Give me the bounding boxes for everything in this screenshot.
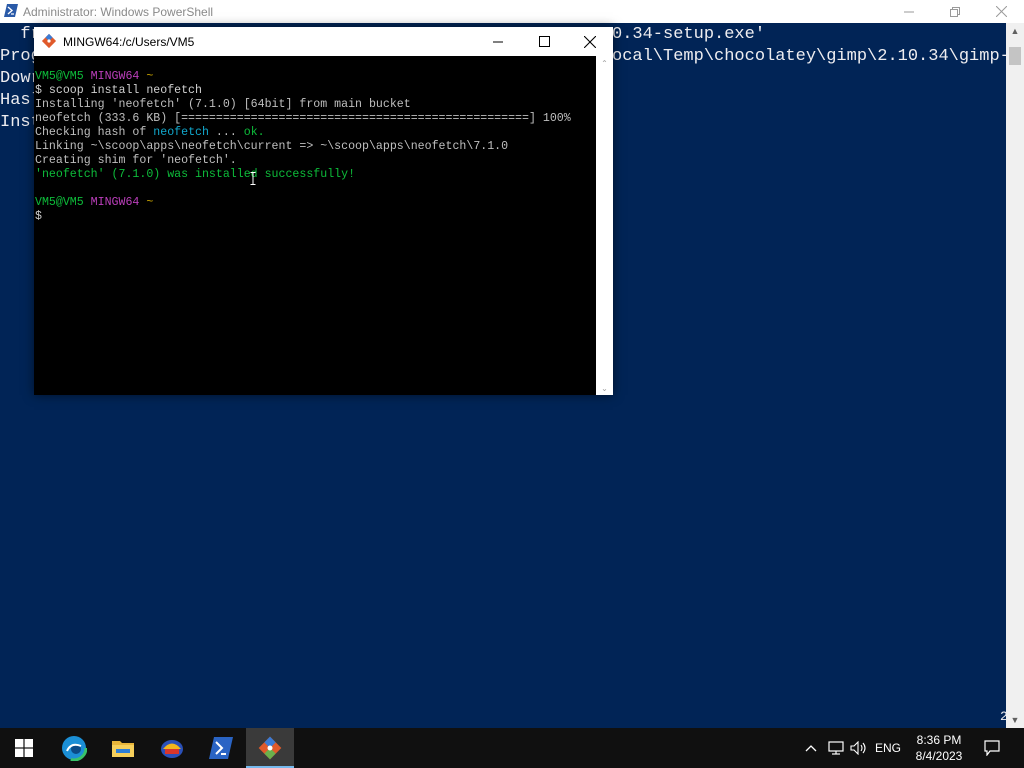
maximize-icon <box>538 36 550 47</box>
powershell-icon <box>209 737 233 759</box>
taskbar-powershell[interactable] <box>197 728 245 768</box>
hash-check-line: Checking hash of neofetch ... ok. <box>35 126 265 140</box>
powershell-icon <box>4 4 18 17</box>
minimize-icon <box>493 41 503 42</box>
scroll-up-arrow-icon[interactable]: ⌃ <box>596 56 613 70</box>
folder-icon <box>112 741 134 757</box>
taskbar-file-explorer[interactable] <box>99 728 147 768</box>
clock-date: 8/4/2023 <box>915 749 963 763</box>
scroll-down-arrow-icon[interactable]: ▼ <box>1006 712 1024 728</box>
prompt-line: VM5@VM5 MINGW64 ~ <box>35 196 153 210</box>
download-progress-line: neofetch (333.6 KB) [===================… <box>35 112 571 125</box>
taskbar-app[interactable] <box>148 728 196 768</box>
volume-tray-button[interactable] <box>848 728 870 768</box>
mingw64-terminal[interactable]: VM5@VM5 MINGW64 ~ $ scoop install neofet… <box>34 56 596 395</box>
action-center-button[interactable] <box>978 728 1006 768</box>
scroll-up-arrow-icon[interactable]: ▲ <box>1006 23 1024 39</box>
prompt-user: VM5@VM5 <box>35 196 84 209</box>
prompt-user: VM5@VM5 <box>35 70 84 83</box>
output-line: Linking ~\scoop\apps\neofetch\current =>… <box>35 140 509 153</box>
taskbar-git-bash[interactable] <box>246 728 294 768</box>
powershell-titlebar[interactable]: Administrator: Windows PowerShell <box>0 0 1024 23</box>
prompt-dir: ~ <box>146 70 154 83</box>
start-button[interactable] <box>0 728 48 768</box>
app-icon <box>161 740 183 758</box>
command-line: $ scoop install neofetch <box>35 84 202 97</box>
text-cursor-icon <box>250 172 256 185</box>
mingw64-maximize-button[interactable] <box>521 27 567 56</box>
git-icon <box>258 736 282 760</box>
powershell-scrollbar[interactable]: ▲ ▼ <box>1006 23 1024 728</box>
hash-prefix: Checking hash of <box>35 126 154 139</box>
hash-dots: ... <box>208 126 244 139</box>
success-line: 'neofetch' (7.1.0) was installed success… <box>35 168 356 181</box>
mingw64-close-button[interactable] <box>567 27 613 56</box>
hash-ok: ok. <box>243 126 265 139</box>
minimize-icon <box>904 11 914 12</box>
edge-icon <box>61 735 87 761</box>
powershell-line: 0.34-setup.exe' <box>612 25 766 44</box>
git-bash-icon <box>41 33 57 49</box>
clock-time: 8:36 PM <box>916 733 962 747</box>
show-hidden-icons-button[interactable] <box>800 728 822 768</box>
input-language-button[interactable]: ENG <box>872 728 904 768</box>
chevron-up-icon <box>805 745 817 752</box>
mingw64-minimize-button[interactable] <box>475 27 521 56</box>
scroll-down-arrow-icon[interactable]: ⌄ <box>596 381 613 395</box>
restore-icon <box>950 6 960 17</box>
prompt-line: VM5@VM5 MINGW64 ~ <box>35 70 153 84</box>
powershell-minimize-button[interactable] <box>886 0 932 23</box>
mingw64-window[interactable]: MINGW64:/c/Users/VM5 VM5@VM5 MINGW64 ~ $… <box>34 27 613 395</box>
output-line: Installing 'neofetch' (7.1.0) [64bit] fr… <box>35 98 411 111</box>
taskbar: ENG 8:36 PM 8/4/2023 <box>0 728 1024 768</box>
mingw64-window-title: MINGW64:/c/Users/VM5 <box>63 35 195 49</box>
powershell-line: ocal\Temp\chocolatey\gimp\2.10.34\gimp- <box>612 47 1006 66</box>
hash-package-name: neofetch <box>153 126 209 139</box>
prompt-dir: ~ <box>146 196 154 209</box>
network-tray-button[interactable] <box>824 728 848 768</box>
speaker-icon <box>850 741 866 755</box>
powershell-restore-button[interactable] <box>932 0 978 23</box>
prompt-env: MINGW64 <box>90 70 140 83</box>
close-icon <box>995 6 1007 17</box>
windows-logo-icon <box>15 739 33 757</box>
output-line: Creating shim for 'neofetch'. <box>35 154 237 167</box>
network-icon <box>828 741 844 755</box>
input-prompt[interactable]: $ <box>35 210 42 224</box>
mingw64-titlebar[interactable]: MINGW64:/c/Users/VM5 <box>34 27 613 56</box>
notification-icon <box>984 740 1000 756</box>
mingw64-scrollbar[interactable]: ⌃ ⌄ <box>596 56 613 395</box>
scrollbar-thumb[interactable] <box>1009 47 1021 65</box>
close-icon <box>584 35 596 48</box>
powershell-window-title: Administrator: Windows PowerShell <box>23 5 214 19</box>
prompt-env: MINGW64 <box>90 196 140 209</box>
taskbar-clock[interactable]: 8:36 PM 8/4/2023 <box>910 732 968 764</box>
powershell-overflow-text: 2 <box>1000 709 1008 724</box>
taskbar-edge[interactable] <box>50 728 98 768</box>
powershell-close-button[interactable] <box>978 0 1024 23</box>
